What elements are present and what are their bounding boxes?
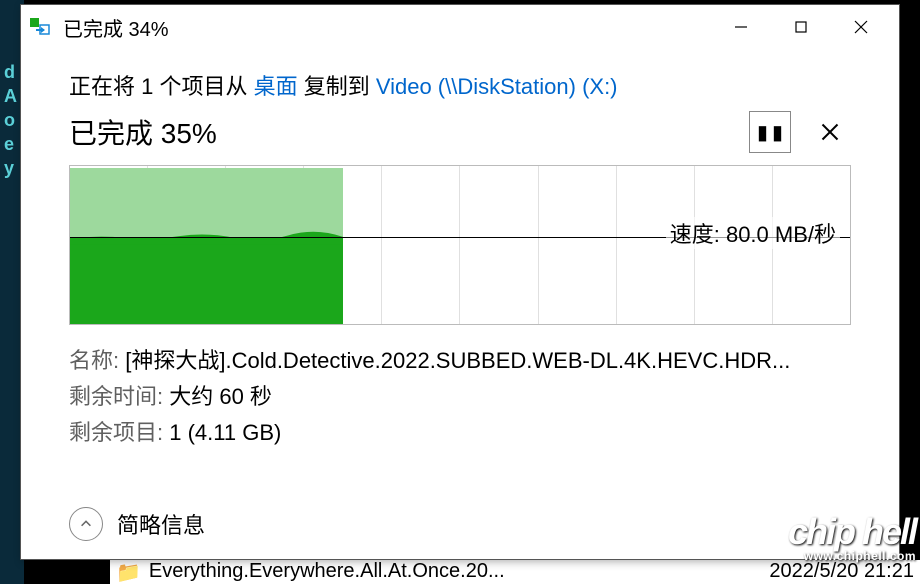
maximize-button[interactable] [771,7,831,47]
copy-dialog: 已完成 34% 正在将 1 个项目从 桌面 复制到 Video (\\DiskS… [20,4,900,560]
close-button[interactable] [831,7,891,47]
name-label: 名称: [69,348,125,373]
time-label: 剩余时间: [69,384,169,409]
progress-row: 已完成 35% ▮▮ [69,111,851,153]
time-value: 大约 60 秒 [169,384,272,409]
destination-link[interactable]: Video (\\DiskStation) (X:) [376,74,618,99]
minimize-button[interactable] [711,7,771,47]
folder-icon: 📁 [116,560,141,584]
background-file-row: 📁 Everything.Everywhere.All.At.Once.20..… [110,560,920,584]
titlebar-controls [711,7,891,47]
speed-value: 80.0 MB/秒 [726,222,836,247]
pause-button[interactable]: ▮▮ [749,111,791,153]
copy-description: 正在将 1 个项目从 桌面 复制到 Video (\\DiskStation) … [69,69,851,101]
speed-prefix: 速度: [670,222,726,247]
chevron-up-icon [79,517,93,531]
detail-time: 剩余时间: 大约 60 秒 [69,379,851,415]
items-value: 1 (4.11 GB) [169,420,281,445]
footer: 简略信息 [21,493,899,559]
details-block: 名称: [神探大战].Cold.Detective.2022.SUBBED.WE… [69,343,851,451]
detail-items: 剩余项目: 1 (4.11 GB) [69,415,851,451]
speed-chart: 速度: 80.0 MB/秒 [69,165,851,325]
toggle-details-button[interactable] [69,507,103,541]
watermark-url: www.chiphell.com [788,550,916,562]
chart-fill-upper [70,168,343,237]
detail-name: 名称: [神探大战].Cold.Detective.2022.SUBBED.WE… [69,343,851,379]
titlebar-title: 已完成 34% [63,13,711,42]
name-value: [神探大战].Cold.Detective.2022.SUBBED.WEB-DL… [125,348,790,373]
copy-middle: 复制到 [298,74,376,99]
source-link[interactable]: 桌面 [254,74,298,99]
toggle-details-label[interactable]: 简略信息 [117,508,205,540]
progress-buttons: ▮▮ [749,111,851,153]
speed-label: 速度: 80.0 MB/秒 [666,217,840,249]
watermark: chip hell www.chiphell.com [788,514,916,562]
background-file-name: Everything.Everywhere.All.At.Once.20... [149,560,740,583]
items-label: 剩余项目: [69,420,169,445]
background-file-date: 2022/5/20 21:21 [739,560,914,583]
titlebar: 已完成 34% [21,5,899,49]
copy-prefix: 正在将 1 个项目从 [69,74,254,99]
dialog-content: 正在将 1 个项目从 桌面 复制到 Video (\\DiskStation) … [21,49,899,493]
copy-icon [29,15,53,39]
watermark-logo: chip hell [788,514,916,550]
cancel-button[interactable] [809,111,851,153]
progress-label: 已完成 35% [69,112,217,152]
chart-fill-lower [70,237,343,324]
